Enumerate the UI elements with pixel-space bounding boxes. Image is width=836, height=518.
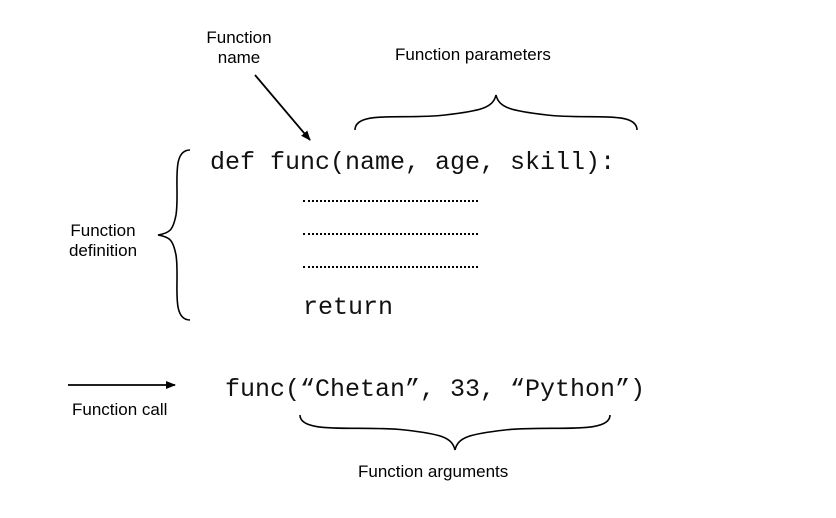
brace-arguments: [300, 415, 610, 450]
arrow-function-name: [255, 75, 310, 140]
label-function-parameters: Function parameters: [395, 45, 551, 65]
label-function-name: Functionname: [194, 28, 284, 69]
label-function-call: Function call: [72, 400, 167, 420]
brace-parameters: [355, 95, 637, 130]
label-function-arguments: Function arguments: [358, 462, 508, 482]
code-return-line: return: [303, 293, 393, 322]
dots-line-1: [303, 200, 478, 202]
code-call-line: func(“Chetan”, 33, “Python”): [225, 375, 645, 404]
code-def-line: def func(name, age, skill):: [210, 148, 615, 177]
dots-line-3: [303, 266, 478, 268]
label-function-definition: Functiondefinition: [58, 221, 148, 262]
dots-line-2: [303, 233, 478, 235]
brace-definition: [158, 150, 190, 320]
